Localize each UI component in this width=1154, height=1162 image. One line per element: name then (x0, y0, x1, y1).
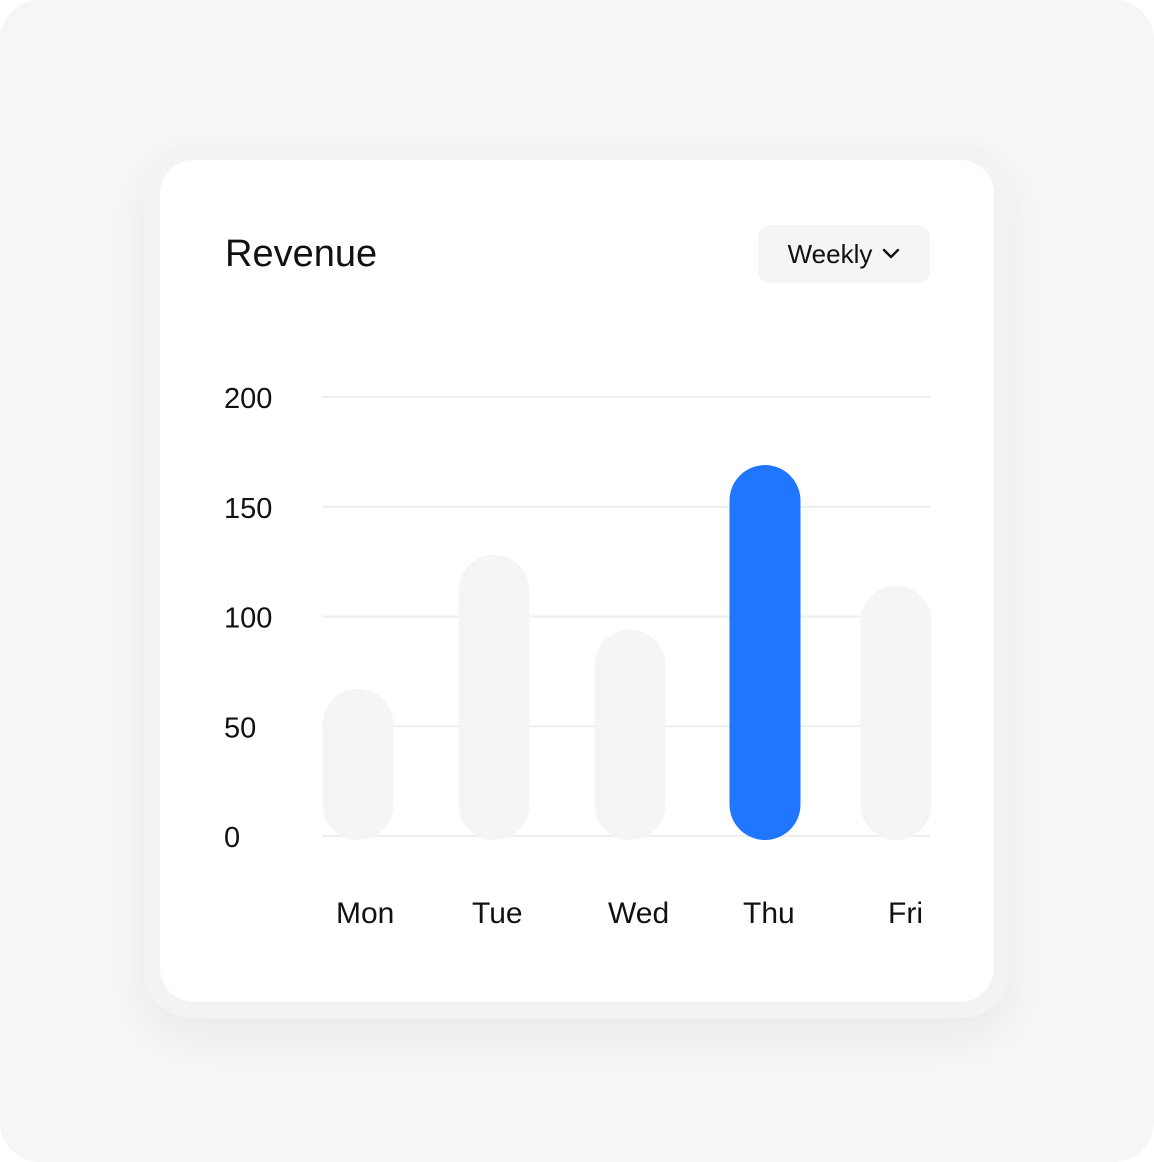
bar-thu[interactable] (729, 465, 801, 840)
bars (322, 465, 932, 840)
x-tick-label: Thu (743, 897, 795, 930)
y-tick-label: 100 (224, 603, 272, 635)
x-tick-label: Mon (336, 897, 394, 930)
y-tick-label: 50 (224, 712, 256, 744)
y-tick-label: 0 (224, 822, 240, 854)
x-tick-label: Wed (608, 897, 669, 930)
bar-fri[interactable] (860, 585, 932, 840)
y-tick-label: 200 (224, 383, 272, 415)
x-axis-ticks: Mon Tue Wed Thu Fri (336, 897, 923, 930)
bar-mon[interactable] (322, 688, 394, 840)
bar-tue[interactable] (458, 555, 530, 840)
revenue-bar-chart: 0 50 100 150 200 Mon Tue Wed Thu Fri (224, 383, 932, 930)
x-tick-label: Fri (888, 897, 923, 930)
y-tick-label: 150 (224, 493, 272, 525)
bar-wed[interactable] (594, 629, 666, 840)
x-tick-label: Tue (472, 897, 523, 930)
y-axis-ticks: 0 50 100 150 200 (224, 383, 272, 854)
